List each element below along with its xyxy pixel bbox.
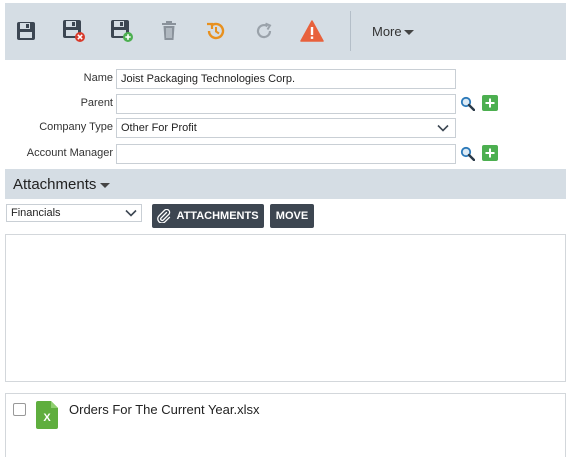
save-and-new-button[interactable] bbox=[109, 17, 135, 45]
account-manager-label: Account Manager bbox=[26, 147, 113, 159]
file-list: X Orders For The Current Year.xlsx bbox=[5, 393, 566, 457]
file-name[interactable]: Orders For The Current Year.xlsx bbox=[69, 402, 260, 417]
account-manager-add-button[interactable] bbox=[482, 145, 498, 161]
delete-button[interactable] bbox=[156, 17, 182, 45]
warning-button[interactable] bbox=[299, 17, 325, 45]
floppy-icon bbox=[17, 22, 35, 40]
refresh-icon bbox=[256, 22, 272, 39]
save-button[interactable] bbox=[13, 17, 39, 45]
attachments-button-label: ATTACHMENTS bbox=[176, 210, 259, 222]
toolbar-separator bbox=[350, 11, 351, 51]
move-button-label: MOVE bbox=[275, 210, 309, 222]
more-label: More bbox=[372, 23, 402, 39]
parent-field[interactable] bbox=[116, 94, 456, 114]
history-button[interactable] bbox=[203, 17, 229, 45]
move-button[interactable]: MOVE bbox=[270, 204, 314, 228]
search-icon bbox=[460, 146, 475, 161]
parent-label: Parent bbox=[80, 97, 113, 109]
toolbar: More bbox=[5, 3, 566, 60]
chevron-down-icon bbox=[437, 124, 449, 132]
company-type-value: Other For Profit bbox=[121, 122, 197, 134]
chevron-down-icon bbox=[125, 209, 137, 217]
save-and-close-button[interactable] bbox=[61, 17, 87, 45]
caret-down-icon bbox=[100, 182, 111, 188]
floppy-add-icon bbox=[111, 20, 133, 42]
parent-search-button[interactable] bbox=[459, 95, 475, 111]
caret-down-icon bbox=[403, 29, 414, 35]
svg-text:X: X bbox=[43, 412, 51, 424]
folder-value: Financials bbox=[11, 207, 61, 219]
file-checkbox[interactable] bbox=[13, 403, 26, 416]
folder-select[interactable]: Financials bbox=[6, 204, 142, 222]
name-label: Name bbox=[83, 72, 113, 84]
name-field[interactable]: Joist Packaging Technologies Corp. bbox=[116, 69, 456, 89]
company-type-label: Company Type bbox=[39, 121, 113, 133]
paperclip-icon bbox=[157, 209, 171, 223]
attachments-button[interactable]: ATTACHMENTS bbox=[152, 204, 264, 228]
account-manager-search-button[interactable] bbox=[459, 145, 475, 161]
attachments-header[interactable]: Attachments bbox=[5, 169, 566, 199]
trash-icon bbox=[162, 21, 176, 40]
search-icon bbox=[460, 96, 475, 111]
refresh-button[interactable] bbox=[251, 17, 277, 45]
parent-add-button[interactable] bbox=[482, 95, 498, 111]
attachment-drop-area[interactable] bbox=[5, 234, 566, 382]
company-type-select[interactable]: Other For Profit bbox=[116, 118, 456, 138]
floppy-close-icon bbox=[63, 20, 85, 42]
attachments-title: Attachments bbox=[13, 175, 97, 193]
history-icon bbox=[207, 22, 225, 40]
account-manager-field[interactable] bbox=[116, 144, 456, 164]
more-menu-button[interactable]: More bbox=[372, 22, 414, 40]
warning-icon bbox=[300, 20, 324, 42]
plus-icon bbox=[485, 98, 495, 108]
plus-icon bbox=[485, 148, 495, 158]
excel-file-icon: X bbox=[36, 401, 58, 432]
